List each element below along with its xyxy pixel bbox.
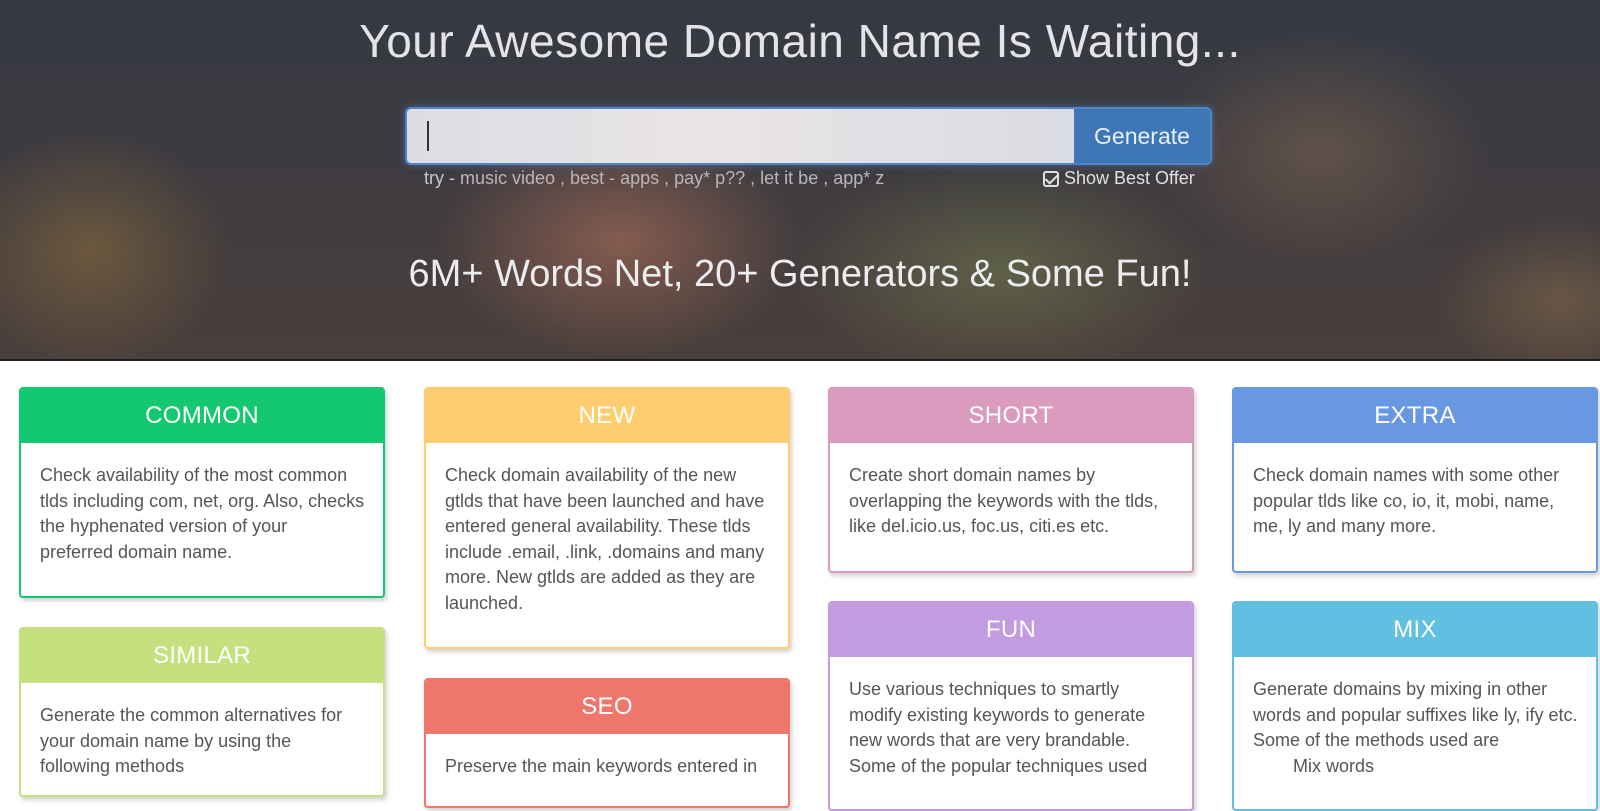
show-best-offer-toggle[interactable]: Show Best Offer xyxy=(1043,168,1195,189)
card-description: Create short domain names by overlapping… xyxy=(849,465,1159,536)
hero-banner: Your Awesome Domain Name Is Waiting... G… xyxy=(0,0,1600,361)
card-title: COMMON xyxy=(21,389,383,443)
search-box: Generate xyxy=(405,107,1212,165)
card-fun[interactable]: FUN Use various techniques to smartly mo… xyxy=(828,601,1194,811)
example-link[interactable]: music video , xyxy=(455,168,565,188)
card-description: Generate the common alternatives for you… xyxy=(40,705,343,776)
card-description: Preserve the main keywords entered in xyxy=(445,756,758,776)
example-link[interactable]: best - apps , xyxy=(565,168,669,188)
card-description: Use various techniques to smartly modify… xyxy=(849,679,1148,776)
card-title: SIMILAR xyxy=(21,629,383,683)
try-prefix: try - xyxy=(424,168,455,188)
try-examples: try - music video , best - apps , pay* p… xyxy=(424,168,884,189)
card-short[interactable]: SHORT Create short domain names by overl… xyxy=(828,387,1194,573)
text-caret xyxy=(427,121,429,151)
card-description: Generate domains by mixing in other word… xyxy=(1234,657,1596,797)
card-description: Check domain availability of the new gtl… xyxy=(445,465,765,613)
method-list: Mix words xyxy=(1253,754,1578,780)
hero-subtitle: 6M+ Words Net, 20+ Generators & Some Fun… xyxy=(408,253,1192,295)
card-description: Check domain names with some other popul… xyxy=(1253,465,1560,536)
card-title: FUN xyxy=(830,603,1192,657)
hero-title: Your Awesome Domain Name Is Waiting... xyxy=(359,15,1241,67)
card-extra[interactable]: EXTRA Check domain names with some other… xyxy=(1232,387,1598,573)
card-title: MIX xyxy=(1234,603,1596,657)
example-link[interactable]: pay* p?? , xyxy=(669,168,755,188)
card-title: SHORT xyxy=(830,389,1192,443)
generate-button[interactable]: Generate xyxy=(1074,109,1210,163)
example-link[interactable]: let it be , xyxy=(755,168,828,188)
method-list-item: Mix words xyxy=(1293,755,1375,776)
card-new[interactable]: NEW Check domain availability of the new… xyxy=(424,387,790,649)
checkbox-checked-icon[interactable] xyxy=(1043,170,1059,187)
card-mix[interactable]: MIX Generate domains by mixing in other … xyxy=(1232,601,1598,811)
example-link[interactable]: app* z xyxy=(828,168,884,188)
card-title: NEW xyxy=(426,389,788,443)
show-best-offer-label: Show Best Offer xyxy=(1064,168,1195,188)
card-title: EXTRA xyxy=(1234,389,1596,443)
card-seo[interactable]: SEO Preserve the main keywords entered i… xyxy=(424,678,790,808)
card-title: SEO xyxy=(426,680,788,734)
card-description: Check availability of the most common tl… xyxy=(40,465,365,562)
card-description-text: Generate domains by mixing in other word… xyxy=(1253,679,1578,750)
card-similar[interactable]: SIMILAR Generate the common alternatives… xyxy=(19,627,385,797)
card-common[interactable]: COMMON Check availability of the most co… xyxy=(19,387,385,598)
domain-search-input[interactable] xyxy=(407,109,1074,163)
